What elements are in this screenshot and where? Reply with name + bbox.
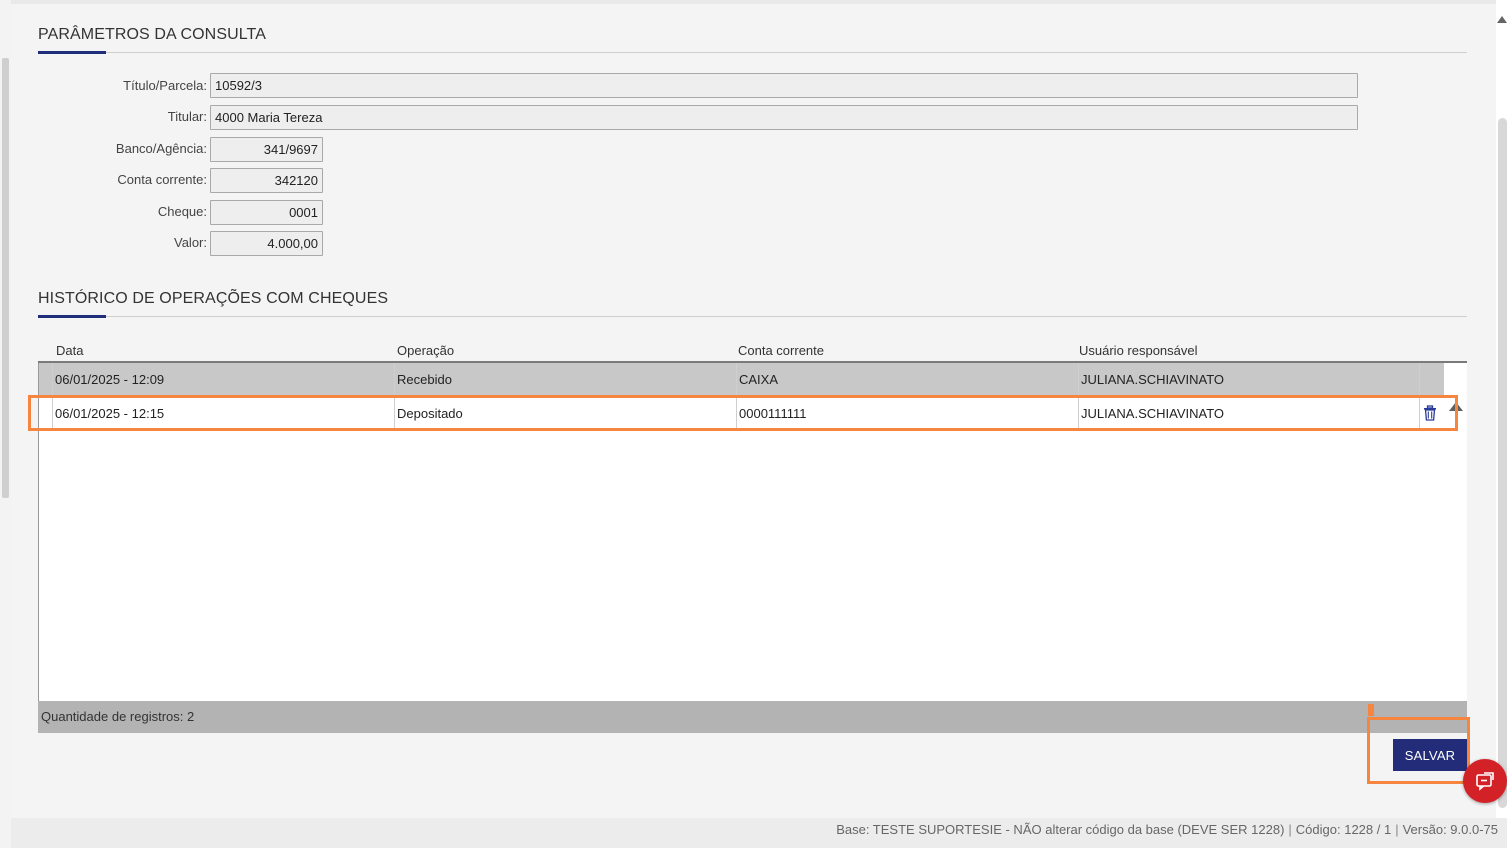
column-header-data[interactable]: Data [56, 343, 83, 358]
cell-usuario: JULIANA.SCHIAVINATO [1078, 363, 1419, 396]
table-row[interactable]: 06/01/2025 - 12:09 Recebido CAIXA JULIAN… [39, 363, 1444, 396]
status-bar: Base: TESTE SUPORTESIE - NÃO alterar cód… [11, 818, 1507, 848]
column-header-usuario[interactable]: Usuário responsável [1079, 343, 1198, 358]
params-section-divider [38, 52, 1467, 53]
left-panel-strip [0, 0, 11, 848]
cell-usuario: JULIANA.SCHIAVINATO [1078, 397, 1419, 430]
cell-data: 06/01/2025 - 12:09 [52, 363, 394, 396]
cheque-field[interactable]: 0001 [210, 200, 323, 225]
page-scroll-up-icon[interactable] [1497, 16, 1507, 23]
valor-label: Valor: [174, 235, 207, 250]
banco-agencia-label: Banco/Agência: [115, 141, 207, 156]
row-action-cell [1419, 363, 1444, 396]
history-section-accent [38, 315, 106, 318]
params-section-title: PARÂMETROS DA CONSULTA [38, 26, 267, 43]
chat-button[interactable] [1463, 759, 1507, 803]
conta-corrente-field[interactable]: 342120 [210, 168, 323, 193]
column-header-conta-corrente[interactable]: Conta corrente [738, 343, 824, 358]
history-grid: Data Operação Conta corrente Usuário res… [38, 338, 1467, 733]
titular-label: Titular: [167, 109, 207, 124]
grid-header: Data Operação Conta corrente Usuário res… [38, 338, 1467, 363]
table-row[interactable]: 06/01/2025 - 12:15 Depositado 0000111111… [39, 396, 1444, 430]
trash-icon[interactable] [1422, 405, 1438, 421]
status-separator: | [1395, 822, 1399, 837]
cheque-label: Cheque: [157, 204, 207, 219]
titular-field[interactable]: 4000 Maria Tereza [210, 105, 1358, 130]
cell-operacao: Depositado [394, 397, 736, 430]
grid-body: 06/01/2025 - 12:09 Recebido CAIXA JULIAN… [38, 363, 1467, 713]
record-count: Quantidade de registros: 2 [38, 701, 1467, 733]
cell-data: 06/01/2025 - 12:15 [52, 397, 394, 430]
cell-conta: 0000111111 [736, 397, 1078, 430]
banco-agencia-field[interactable]: 341/9697 [210, 137, 323, 162]
column-header-operacao[interactable]: Operação [397, 343, 454, 358]
params-section-accent [38, 51, 106, 54]
highlight-marker [1368, 704, 1374, 716]
page-scrollbar[interactable] [1496, 0, 1507, 818]
cell-operacao: Recebido [394, 363, 736, 396]
page-scrollbar-thumb[interactable] [1498, 118, 1507, 808]
cell-conta: CAIXA [736, 363, 1078, 396]
main-content: PARÂMETROS DA CONSULTA Título/Parcela: 1… [11, 0, 1496, 818]
chat-icon [1476, 772, 1494, 791]
history-section-title: HISTÓRICO DE OPERAÇÕES COM CHEQUES [38, 290, 389, 307]
conta-corrente-label: Conta corrente: [117, 172, 207, 187]
status-codigo: Código: 1228 / 1 [1295, 822, 1392, 837]
titulo-parcela-label: Título/Parcela: [123, 78, 207, 93]
titulo-parcela-field[interactable]: 10592/3 [210, 73, 1358, 98]
history-section-divider [38, 316, 1467, 317]
left-scrollbar-thumb[interactable] [2, 58, 9, 498]
status-separator: | [1288, 822, 1292, 837]
status-base: Base: TESTE SUPORTESIE - NÃO alterar cód… [836, 822, 1285, 837]
valor-field[interactable]: 4.000,00 [210, 231, 323, 256]
scroll-up-icon[interactable] [1449, 402, 1463, 411]
status-versao: Versão: 9.0.0-75 [1402, 822, 1498, 837]
save-button[interactable]: SALVAR [1393, 739, 1467, 771]
